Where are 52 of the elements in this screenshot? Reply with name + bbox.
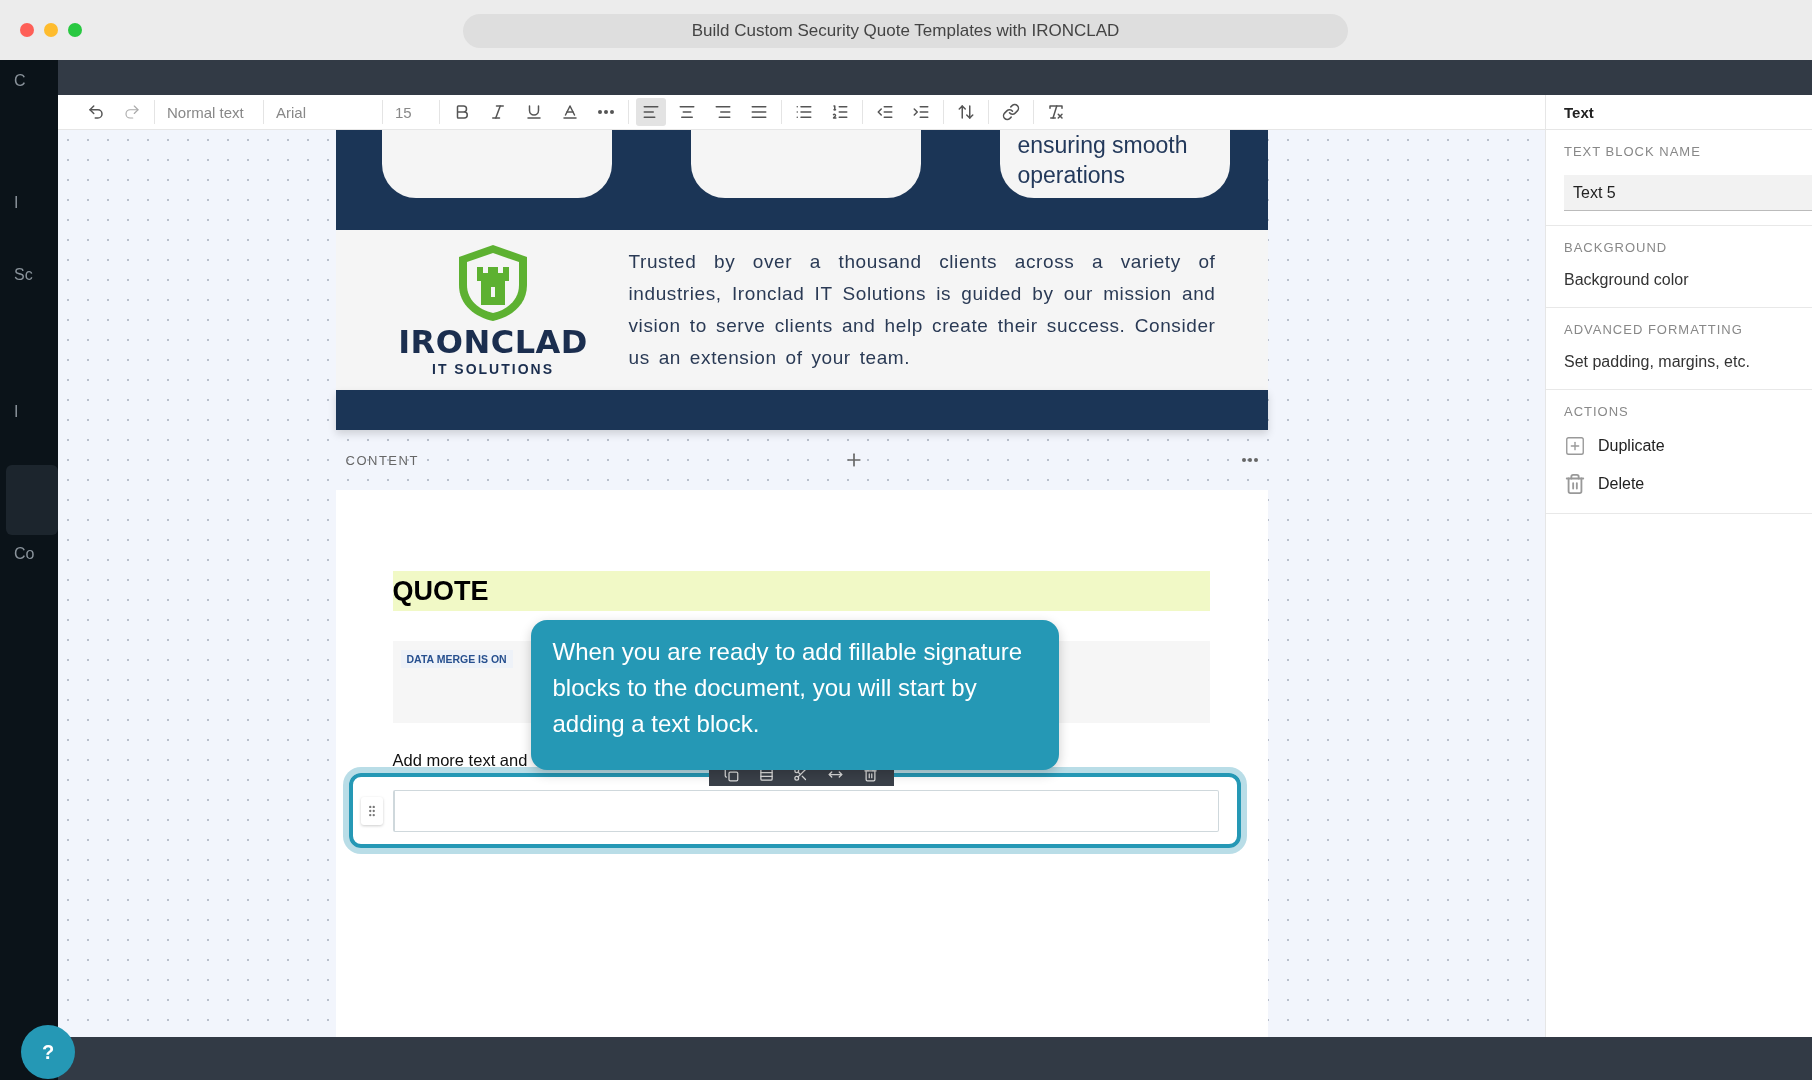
brand-name: IRONCLAD: [398, 323, 588, 361]
panel-title: Text: [1546, 95, 1812, 130]
text-input-field[interactable]: [392, 789, 1219, 832]
trash-icon: [1564, 473, 1586, 495]
data-merge-badge: DATA MERGE IS ON: [400, 650, 513, 668]
panel-link[interactable]: Background color: [1564, 271, 1812, 289]
section-heading: ACTIONS: [1564, 404, 1630, 419]
section-heading: TEXT BLOCK NAME: [1564, 144, 1702, 159]
underline-icon: [525, 103, 543, 121]
tooltip: When you are ready to add fillable signature blocks to the document, you will start by adding a text block.: [530, 620, 1059, 770]
quote-heading: QUOTE: [392, 571, 1210, 611]
nav-item[interactable]: Sc: [14, 266, 58, 318]
nav-item[interactable]: C: [14, 72, 58, 124]
about-paragraph: Trusted by over a thousand clients across a variety of industries, Ironclad IT Solutions is guided by our mission and vision to serve clients and help create their success. Consider us an extension of your team.: [628, 250, 1216, 370]
clear-format-icon: [1047, 103, 1065, 121]
duplicate-button[interactable]: Duplicate: [1564, 435, 1812, 457]
more-icon[interactable]: [1241, 458, 1258, 462]
brand-tagline: IT SOLUTIONS: [432, 361, 554, 377]
numbered-list-icon: [831, 103, 849, 121]
name-field[interactable]: Text 5: [1564, 175, 1812, 211]
align-left-icon: [642, 103, 660, 121]
text-color-icon: [561, 103, 579, 121]
section-heading: BACKGROUND: [1564, 240, 1669, 255]
section-heading: ADVANCED FORMATTING: [1564, 322, 1744, 337]
close-window-icon[interactable]: [20, 23, 34, 37]
add-square-icon: [1564, 435, 1586, 457]
bullet-list-icon: [795, 103, 813, 121]
undo-icon: [87, 103, 105, 121]
italic-icon: [489, 103, 507, 121]
drag-handle[interactable]: [360, 796, 383, 825]
font-size-field[interactable]: 15: [387, 103, 435, 121]
font-dropdown[interactable]: Arial: [268, 103, 378, 121]
delete-button[interactable]: Delete: [1564, 473, 1812, 495]
panel-link[interactable]: Set padding, margins, etc.: [1564, 353, 1812, 371]
outdent-icon: [876, 103, 894, 121]
card-text: ensuring smooth operations: [1017, 132, 1188, 188]
line-spacing-icon: [957, 103, 975, 121]
window-title: Build Custom Security Quote Templates with IRONCLAD: [463, 14, 1348, 48]
link-icon: [1002, 103, 1020, 121]
align-left-button[interactable]: [636, 98, 666, 126]
align-right-icon: [714, 103, 732, 121]
section-label: CONTENT: [345, 452, 420, 468]
nav-item[interactable]: I: [14, 194, 58, 246]
redo-icon: [123, 103, 141, 121]
more-icon: [598, 110, 614, 114]
nav-item[interactable]: Co: [14, 545, 58, 597]
align-center-icon: [678, 103, 696, 121]
body-text: Add more text and: [392, 751, 529, 771]
style-dropdown[interactable]: Normal text: [159, 103, 259, 121]
indent-icon: [912, 103, 930, 121]
justify-icon: [750, 103, 768, 121]
nav-item[interactable]: I: [14, 403, 58, 455]
